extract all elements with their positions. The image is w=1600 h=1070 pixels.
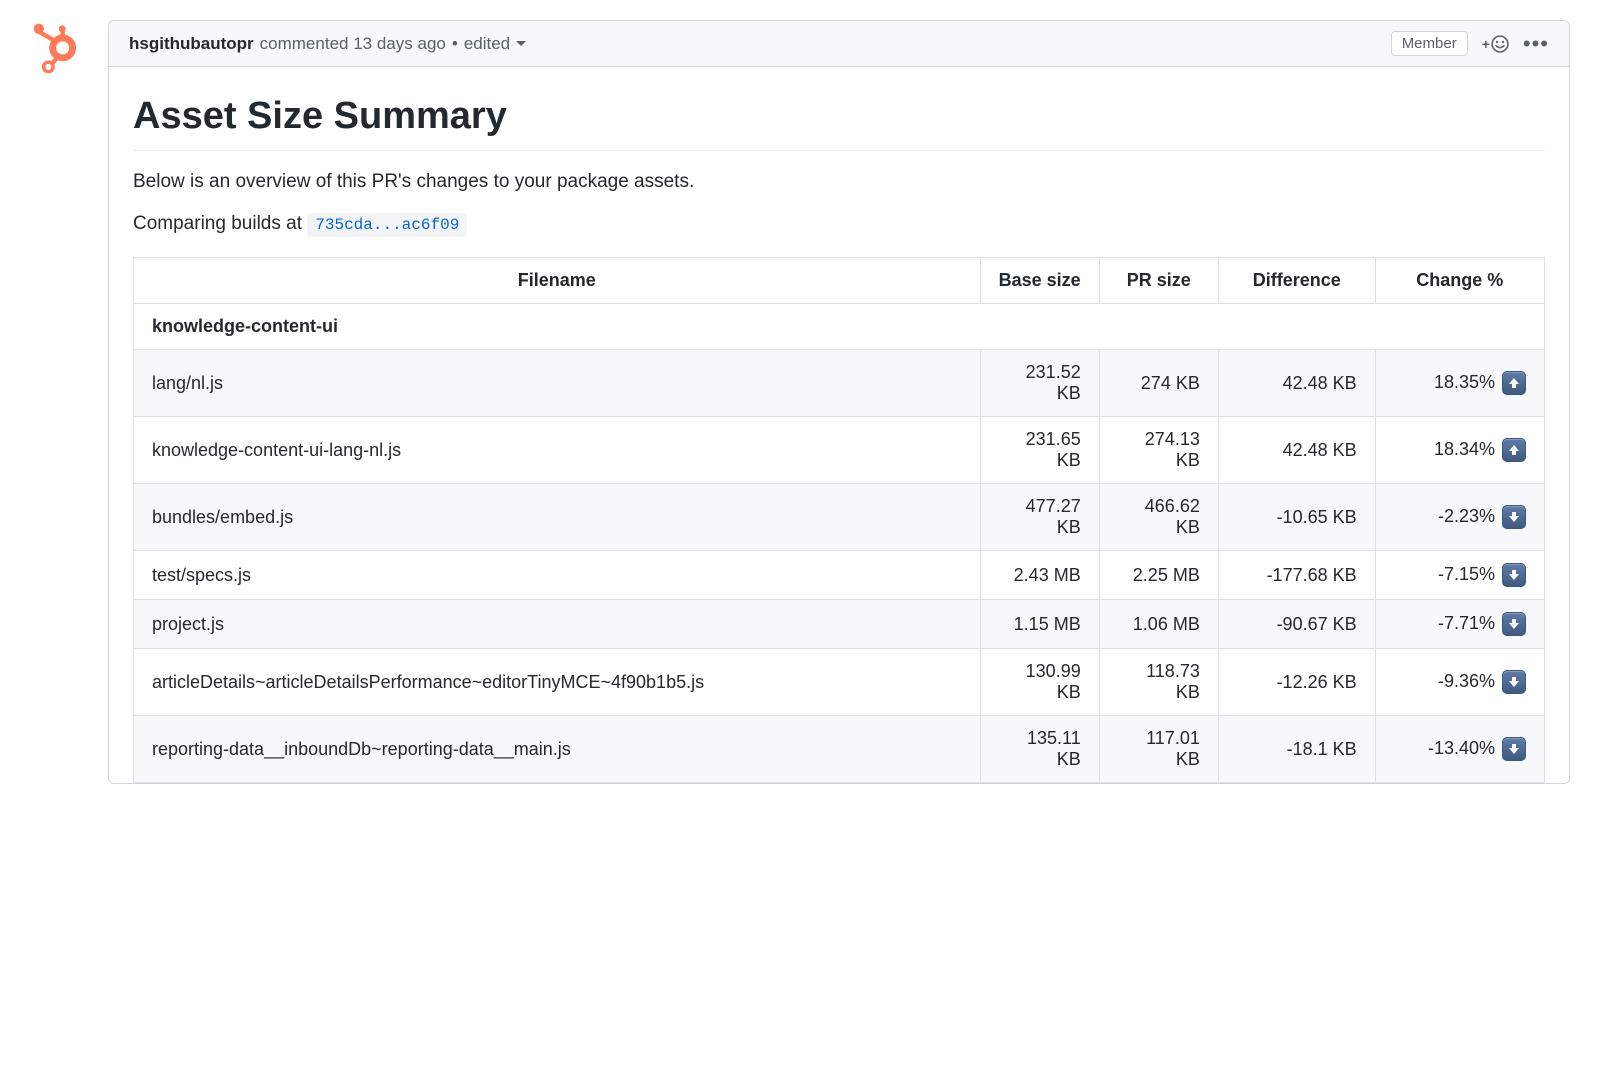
table-group-row: knowledge-content-ui bbox=[134, 304, 1545, 350]
add-reaction-button[interactable]: + bbox=[1482, 35, 1509, 53]
cell-pr-size: 117.01 KB bbox=[1099, 716, 1218, 783]
smiley-icon bbox=[1491, 35, 1509, 53]
cell-change-pct: -7.71% bbox=[1375, 600, 1544, 649]
cell-filename: reporting-data__inboundDb~reporting-data… bbox=[134, 716, 981, 783]
cell-difference: -18.1 KB bbox=[1218, 716, 1375, 783]
cell-difference: -90.67 KB bbox=[1218, 600, 1375, 649]
comment-body: Asset Size Summary Below is an overview … bbox=[109, 67, 1569, 783]
cell-change-pct: -7.15% bbox=[1375, 551, 1544, 600]
cell-change-pct: -9.36% bbox=[1375, 649, 1544, 716]
col-difference: Difference bbox=[1218, 258, 1375, 304]
build-ref-link[interactable]: 735cda...ac6f09 bbox=[307, 213, 467, 237]
plus-icon: + bbox=[1482, 36, 1490, 52]
arrow-down-icon bbox=[1502, 612, 1526, 636]
table-row: reporting-data__inboundDb~reporting-data… bbox=[134, 716, 1545, 783]
cell-filename: knowledge-content-ui-lang-nl.js bbox=[134, 417, 981, 484]
col-filename: Filename bbox=[134, 258, 981, 304]
cell-pr-size: 118.73 KB bbox=[1099, 649, 1218, 716]
col-pr-size: PR size bbox=[1099, 258, 1218, 304]
cell-change-pct: -13.40% bbox=[1375, 716, 1544, 783]
asset-size-table: Filename Base size PR size Difference Ch… bbox=[133, 257, 1545, 783]
group-name: knowledge-content-ui bbox=[134, 304, 1545, 350]
table-row: project.js1.15 MB1.06 MB-90.67 KB-7.71% bbox=[134, 600, 1545, 649]
cell-base-size: 1.15 MB bbox=[980, 600, 1099, 649]
table-row: bundles/embed.js477.27 KB466.62 KB-10.65… bbox=[134, 484, 1545, 551]
comment-header: hsgithubautopr commented 13 days ago • e… bbox=[109, 21, 1569, 67]
cell-change-pct: -2.23% bbox=[1375, 484, 1544, 551]
table-row: lang/nl.js231.52 KB274 KB42.48 KB18.35% bbox=[134, 350, 1545, 417]
cell-pr-size: 466.62 KB bbox=[1099, 484, 1218, 551]
avatar[interactable] bbox=[30, 20, 84, 74]
chevron-down-icon bbox=[516, 41, 526, 46]
comment-timestamp[interactable]: 13 days ago bbox=[353, 34, 446, 54]
cell-difference: -10.65 KB bbox=[1218, 484, 1375, 551]
arrow-down-icon bbox=[1502, 737, 1526, 761]
cell-filename: test/specs.js bbox=[134, 551, 981, 600]
role-badge: Member bbox=[1391, 31, 1468, 56]
edited-label: edited bbox=[464, 34, 510, 54]
cell-pr-size: 2.25 MB bbox=[1099, 551, 1218, 600]
cell-filename: articleDetails~articleDetailsPerformance… bbox=[134, 649, 981, 716]
cell-filename: bundles/embed.js bbox=[134, 484, 981, 551]
intro-text: Below is an overview of this PR's change… bbox=[133, 171, 1545, 193]
arrow-down-icon bbox=[1502, 505, 1526, 529]
cell-pr-size: 274 KB bbox=[1099, 350, 1218, 417]
cell-change-pct: 18.34% bbox=[1375, 417, 1544, 484]
arrow-down-icon bbox=[1502, 670, 1526, 694]
arrow-up-icon bbox=[1502, 371, 1526, 395]
comment-container: hsgithubautopr commented 13 days ago • e… bbox=[108, 20, 1570, 784]
more-actions-button[interactable]: ••• bbox=[1523, 33, 1549, 55]
cell-difference: -177.68 KB bbox=[1218, 551, 1375, 600]
arrow-down-icon bbox=[1502, 563, 1526, 587]
edited-dropdown[interactable]: edited bbox=[464, 34, 526, 54]
cell-base-size: 477.27 KB bbox=[980, 484, 1099, 551]
col-change-pct: Change % bbox=[1375, 258, 1544, 304]
cell-pr-size: 274.13 KB bbox=[1099, 417, 1218, 484]
comparing-line: Comparing builds at 735cda...ac6f09 bbox=[133, 213, 1545, 237]
col-base-size: Base size bbox=[980, 258, 1099, 304]
cell-difference: 42.48 KB bbox=[1218, 417, 1375, 484]
hubspot-logo-icon bbox=[31, 21, 83, 73]
cell-base-size: 231.65 KB bbox=[980, 417, 1099, 484]
cell-change-pct: 18.35% bbox=[1375, 350, 1544, 417]
cell-filename: project.js bbox=[134, 600, 981, 649]
separator-dot: • bbox=[452, 34, 458, 54]
table-row: articleDetails~articleDetailsPerformance… bbox=[134, 649, 1545, 716]
cell-filename: lang/nl.js bbox=[134, 350, 981, 417]
cell-difference: -12.26 KB bbox=[1218, 649, 1375, 716]
comment-action: commented bbox=[260, 34, 349, 54]
arrow-up-icon bbox=[1502, 438, 1526, 462]
cell-base-size: 2.43 MB bbox=[980, 551, 1099, 600]
table-row: test/specs.js2.43 MB2.25 MB-177.68 KB-7.… bbox=[134, 551, 1545, 600]
page-title: Asset Size Summary bbox=[133, 95, 1545, 151]
cell-pr-size: 1.06 MB bbox=[1099, 600, 1218, 649]
cell-base-size: 231.52 KB bbox=[980, 350, 1099, 417]
comment-author[interactable]: hsgithubautopr bbox=[129, 34, 254, 54]
table-row: knowledge-content-ui-lang-nl.js231.65 KB… bbox=[134, 417, 1545, 484]
cell-base-size: 135.11 KB bbox=[980, 716, 1099, 783]
cell-base-size: 130.99 KB bbox=[980, 649, 1099, 716]
cell-difference: 42.48 KB bbox=[1218, 350, 1375, 417]
